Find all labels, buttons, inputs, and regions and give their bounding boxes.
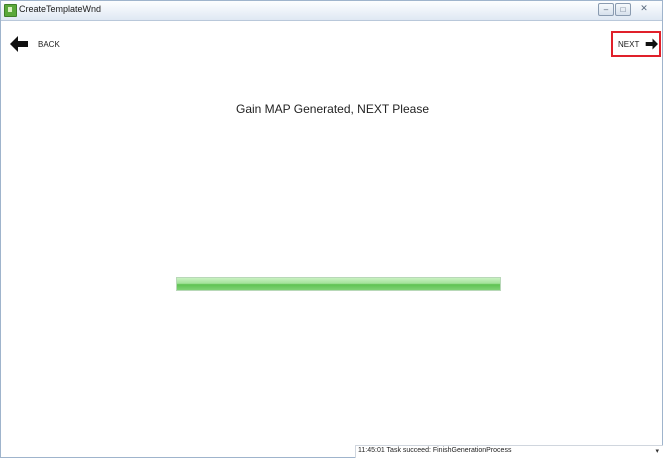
back-label: BACK: [38, 39, 60, 49]
create-template-window: CreateTemplateWnd – □ ✕ BACK NEXT Gain M…: [0, 0, 663, 458]
maximize-button[interactable]: □: [615, 3, 631, 16]
app-icon: [4, 4, 17, 17]
next-button[interactable]: NEXT: [611, 31, 661, 57]
status-message: Gain MAP Generated, NEXT Please: [236, 102, 429, 116]
chevron-down-icon: ▾: [655, 448, 659, 455]
status-log-text: 11:45:01 Task succeed: FinishGenerationP…: [358, 447, 512, 454]
progress-bar: [176, 277, 501, 291]
status-log-dropdown[interactable]: 11:45:01 Task succeed: FinishGenerationP…: [355, 445, 663, 458]
window-title: CreateTemplateWnd: [19, 4, 102, 14]
arrow-right-icon: [646, 38, 659, 50]
progress-fill: [177, 278, 500, 290]
arrow-left-icon: [10, 36, 28, 52]
back-button[interactable]: BACK: [9, 32, 69, 56]
next-label: NEXT: [618, 39, 640, 49]
title-bar: CreateTemplateWnd – □ ✕: [1, 1, 662, 21]
minimize-button[interactable]: –: [598, 3, 614, 16]
close-button[interactable]: ✕: [634, 3, 654, 16]
